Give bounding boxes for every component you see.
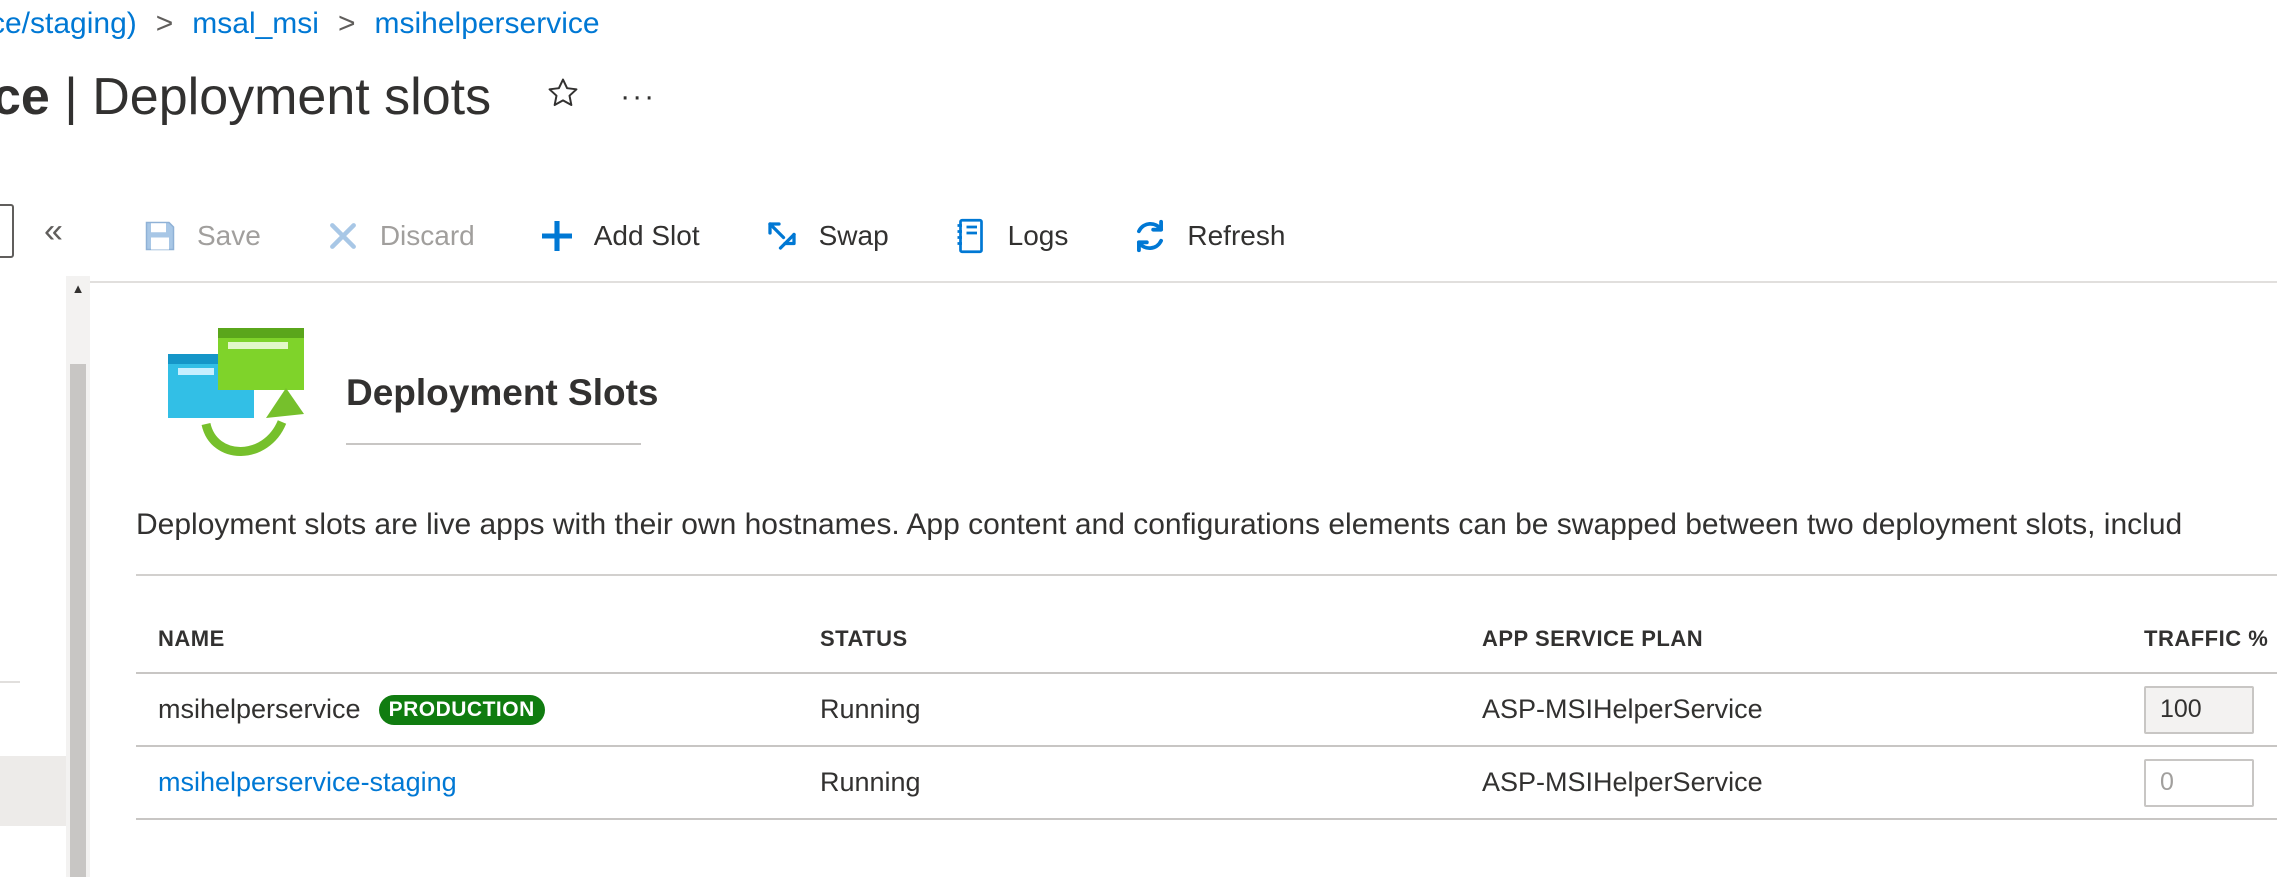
menu-search-input[interactable] (0, 204, 14, 258)
add-slot-button[interactable]: Add Slot (537, 216, 700, 256)
slot-plan: ASP-MSIHelperService (1482, 767, 1763, 797)
discard-button[interactable]: Discard (323, 216, 475, 256)
swap-label: Swap (818, 220, 889, 251)
discard-icon (323, 216, 363, 256)
slot-status: Running (820, 694, 921, 724)
heading-underline (346, 443, 641, 445)
column-header-status[interactable]: STATUS (820, 626, 908, 652)
breadcrumb: ce/staging) > msal_msi > msihelperservic… (0, 4, 600, 44)
breadcrumb-separator: > (337, 7, 356, 40)
logs-label: Logs (1007, 220, 1069, 251)
menu-scrollbar[interactable]: ▲ (66, 276, 90, 877)
column-header-traffic[interactable]: TRAFFIC % (2144, 626, 2268, 652)
slots-description: Deployment slots are live apps with thei… (136, 508, 2183, 541)
table-header: NAME STATUS APP SERVICE PLAN TRAFFIC % (136, 620, 2277, 674)
menu-item-selected[interactable] (0, 756, 66, 826)
breadcrumb-item-msihelperservice[interactable]: msihelperservice (375, 7, 600, 41)
scrollbar-thumb[interactable] (70, 364, 86, 877)
collapse-menu-icon[interactable]: « (44, 212, 63, 251)
table-row: msihelperservice-staging Running ASP-MSI… (136, 747, 2277, 820)
column-header-name[interactable]: NAME (158, 626, 225, 652)
menu-divider (0, 681, 20, 683)
swap-button[interactable]: Swap (762, 216, 889, 256)
save-button[interactable]: Save (140, 216, 261, 256)
slot-name: msihelperservice (158, 694, 361, 724)
section-heading: Deployment Slots (346, 372, 659, 413)
slot-status: Running (820, 767, 921, 797)
discard-label: Discard (379, 220, 475, 251)
traffic-cell (2144, 674, 2254, 745)
slot-plan: ASP-MSIHelperService (1482, 694, 1763, 724)
description-divider (136, 574, 2277, 576)
add-slot-label: Add Slot (593, 220, 700, 251)
logs-button[interactable]: Logs (951, 216, 1069, 256)
slot-name-cell: msihelperservice-staging (158, 747, 457, 818)
scroll-up-icon[interactable]: ▲ (66, 276, 90, 306)
deployment-slots-table: NAME STATUS APP SERVICE PLAN TRAFFIC % m… (136, 620, 2277, 820)
page-title-resource: ce (0, 68, 50, 126)
plus-icon (537, 216, 577, 256)
refresh-label: Refresh (1187, 220, 1286, 251)
traffic-percent-input[interactable] (2144, 758, 2254, 807)
slot-name-link[interactable]: msihelperservice-staging (158, 767, 457, 798)
refresh-button[interactable]: Refresh (1130, 216, 1285, 256)
traffic-cell (2144, 747, 2254, 818)
ellipsis-icon[interactable]: ··· (620, 80, 656, 114)
page-title-divider: | (49, 68, 93, 126)
breadcrumb-separator: > (155, 7, 174, 40)
save-label: Save (197, 220, 261, 251)
page-title-section: Deployment slots (92, 68, 492, 126)
production-badge: PRODUCTION (378, 694, 545, 725)
table-row: msihelperservice PRODUCTION Running ASP-… (136, 674, 2277, 747)
logs-icon (951, 216, 991, 256)
deployment-slots-icon (166, 326, 306, 466)
command-bar: Save Discard Add Slot Swap Logs Refresh (140, 206, 1347, 266)
slot-name-cell: msihelperservice PRODUCTION (158, 674, 545, 745)
page-title: ce | Deployment slots (0, 67, 491, 127)
page-header: ce | Deployment slots ··· (0, 62, 656, 132)
traffic-percent-input[interactable] (2144, 685, 2254, 734)
refresh-icon (1130, 216, 1170, 256)
column-header-plan[interactable]: APP SERVICE PLAN (1482, 626, 1703, 652)
command-bar-divider (90, 281, 2277, 283)
breadcrumb-item-resource-group[interactable]: ce/staging) (0, 7, 137, 41)
save-icon (140, 216, 180, 256)
star-icon[interactable] (546, 76, 580, 119)
swap-icon (762, 216, 802, 256)
breadcrumb-item-msal-msi[interactable]: msal_msi (192, 7, 319, 41)
